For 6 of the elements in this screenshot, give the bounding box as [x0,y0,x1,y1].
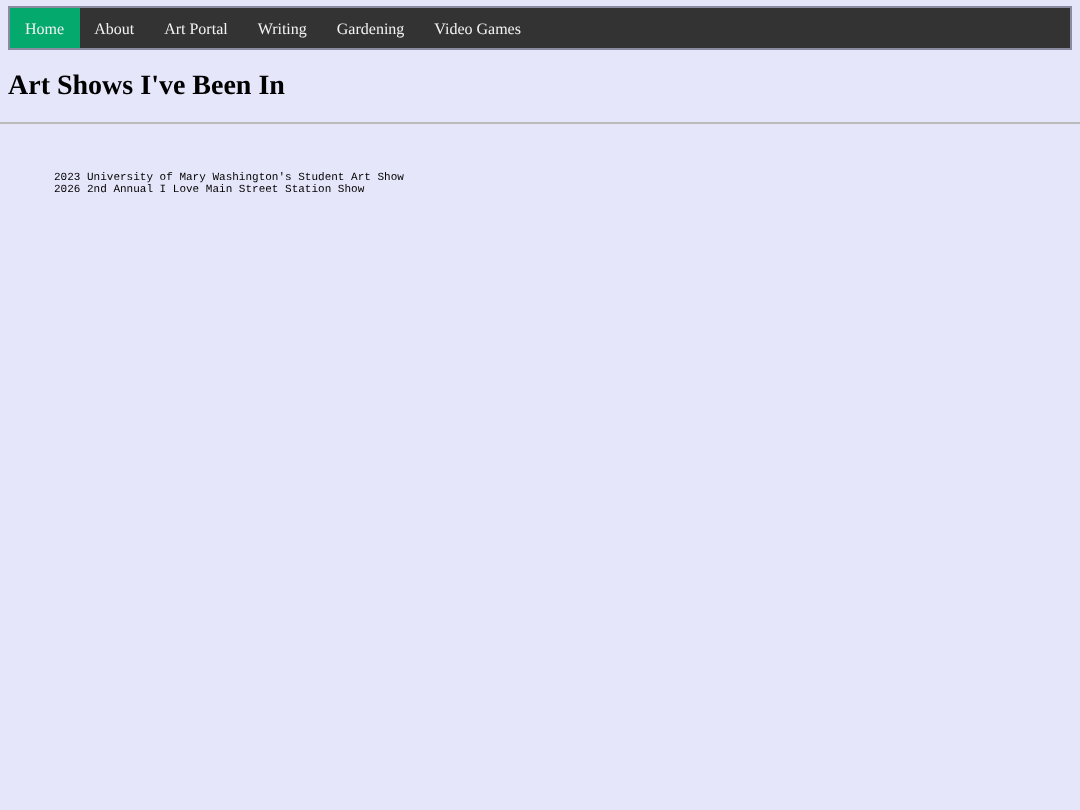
nav-link[interactable]: Art Portal [149,8,243,48]
nav-link[interactable]: Gardening [321,8,420,48]
nav-link[interactable]: About [79,8,150,48]
page-heading: Art Shows I've Been In [8,70,287,106]
nav-link[interactable]: Video Games [419,8,536,48]
nav-link[interactable]: Writing [242,8,322,48]
